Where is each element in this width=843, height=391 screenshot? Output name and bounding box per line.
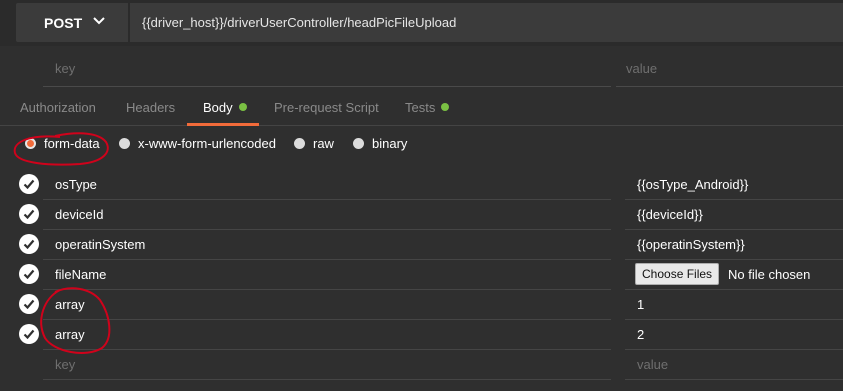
tab-pre-request-script[interactable]: Pre-request Script — [274, 100, 379, 115]
check-icon[interactable] — [19, 234, 39, 254]
check-icon[interactable] — [19, 294, 39, 314]
form-value-text: {{deviceId}} — [637, 207, 703, 222]
radio-unselected-icon — [119, 138, 130, 149]
table-row: fileName Choose Files No file chosen — [0, 260, 843, 290]
form-value-field[interactable]: 1 — [625, 290, 843, 320]
form-value-field[interactable]: {{operatinSystem}} — [625, 230, 843, 260]
file-status-text: No file chosen — [728, 267, 811, 282]
form-value-text: 1 — [637, 297, 645, 312]
radio-label: form-data — [44, 136, 100, 151]
radio-unselected-icon — [294, 138, 305, 149]
body-status-dot-icon — [238, 103, 247, 111]
method-select[interactable]: POST — [16, 3, 128, 42]
form-value-text: {{operatinSystem}} — [637, 237, 745, 252]
param-key-placeholder: key — [55, 61, 76, 76]
table-row: deviceId {{deviceId}} — [0, 200, 843, 230]
table-row: operatinSystem {{operatinSystem}} — [0, 230, 843, 260]
new-value-input[interactable]: value — [625, 350, 843, 380]
choose-files-button[interactable]: Choose Files — [635, 263, 720, 285]
radio-label: raw — [313, 136, 334, 151]
radio-form-data[interactable]: form-data — [25, 136, 100, 151]
chevron-down-icon — [93, 17, 105, 25]
form-key-text: array — [55, 327, 85, 342]
url-params-row: key value — [0, 48, 843, 88]
new-key-input[interactable]: key — [43, 350, 611, 380]
param-value-placeholder: value — [626, 61, 658, 76]
request-bar: POST {{driver_host}}/driverUserControlle… — [0, 0, 843, 46]
form-key-field[interactable]: operatinSystem — [43, 230, 611, 260]
form-key-text: osType — [55, 177, 97, 192]
param-value-input[interactable]: value — [616, 48, 843, 87]
form-key-field[interactable]: array — [43, 290, 611, 320]
radio-unselected-icon — [353, 138, 364, 149]
file-value-field: Choose Files No file chosen — [625, 260, 843, 290]
url-input[interactable]: {{driver_host}}/driverUserController/hea… — [130, 3, 843, 42]
radio-binary[interactable]: binary — [353, 136, 407, 151]
form-value-field[interactable]: 2 — [625, 320, 843, 350]
tab-headers[interactable]: Headers — [126, 100, 175, 115]
table-row: array 1 — [0, 290, 843, 320]
form-key-text: fileName — [55, 267, 107, 282]
form-key-field[interactable]: fileName — [43, 260, 611, 290]
form-value-text: {{osType_Android}} — [637, 177, 749, 192]
table-row: osType {{osType_Android}} — [0, 170, 843, 200]
param-key-input[interactable]: key — [43, 48, 611, 87]
form-value-field[interactable]: {{deviceId}} — [625, 200, 843, 230]
tab-tests[interactable]: Tests — [405, 100, 450, 115]
radio-x-www-form-urlencoded[interactable]: x-www-form-urlencoded — [119, 136, 276, 151]
new-value-placeholder: value — [637, 357, 669, 372]
check-icon[interactable] — [19, 324, 39, 344]
radio-raw[interactable]: raw — [294, 136, 334, 151]
form-key-field[interactable]: deviceId — [43, 200, 611, 230]
form-key-text: operatinSystem — [55, 237, 146, 252]
form-key-text: array — [55, 297, 85, 312]
form-value-field[interactable]: {{osType_Android}} — [625, 170, 843, 200]
new-form-row: key value — [0, 350, 843, 380]
active-tab-indicator — [187, 123, 259, 126]
radio-selected-icon — [25, 138, 36, 149]
url-text: {{driver_host}}/driverUserController/hea… — [142, 15, 457, 30]
check-icon[interactable] — [19, 204, 39, 224]
form-key-field[interactable]: array — [43, 320, 611, 350]
form-key-field[interactable]: osType — [43, 170, 611, 200]
radio-label: x-www-form-urlencoded — [138, 136, 276, 151]
form-value-text: 2 — [637, 327, 645, 342]
body-mode-options: form-data x-www-form-urlencoded raw bina… — [0, 128, 843, 160]
tests-status-dot-icon — [441, 103, 450, 111]
request-tabs: Authorization Headers Body Pre-request S… — [0, 92, 843, 126]
table-row: array 2 — [0, 320, 843, 350]
form-key-text: deviceId — [55, 207, 104, 222]
tab-body[interactable]: Body — [203, 100, 247, 115]
check-icon[interactable] — [19, 264, 39, 284]
check-icon[interactable] — [19, 174, 39, 194]
new-key-placeholder: key — [55, 357, 76, 372]
tab-authorization[interactable]: Authorization — [20, 100, 96, 115]
radio-label: binary — [372, 136, 408, 151]
method-label: POST — [44, 15, 83, 31]
